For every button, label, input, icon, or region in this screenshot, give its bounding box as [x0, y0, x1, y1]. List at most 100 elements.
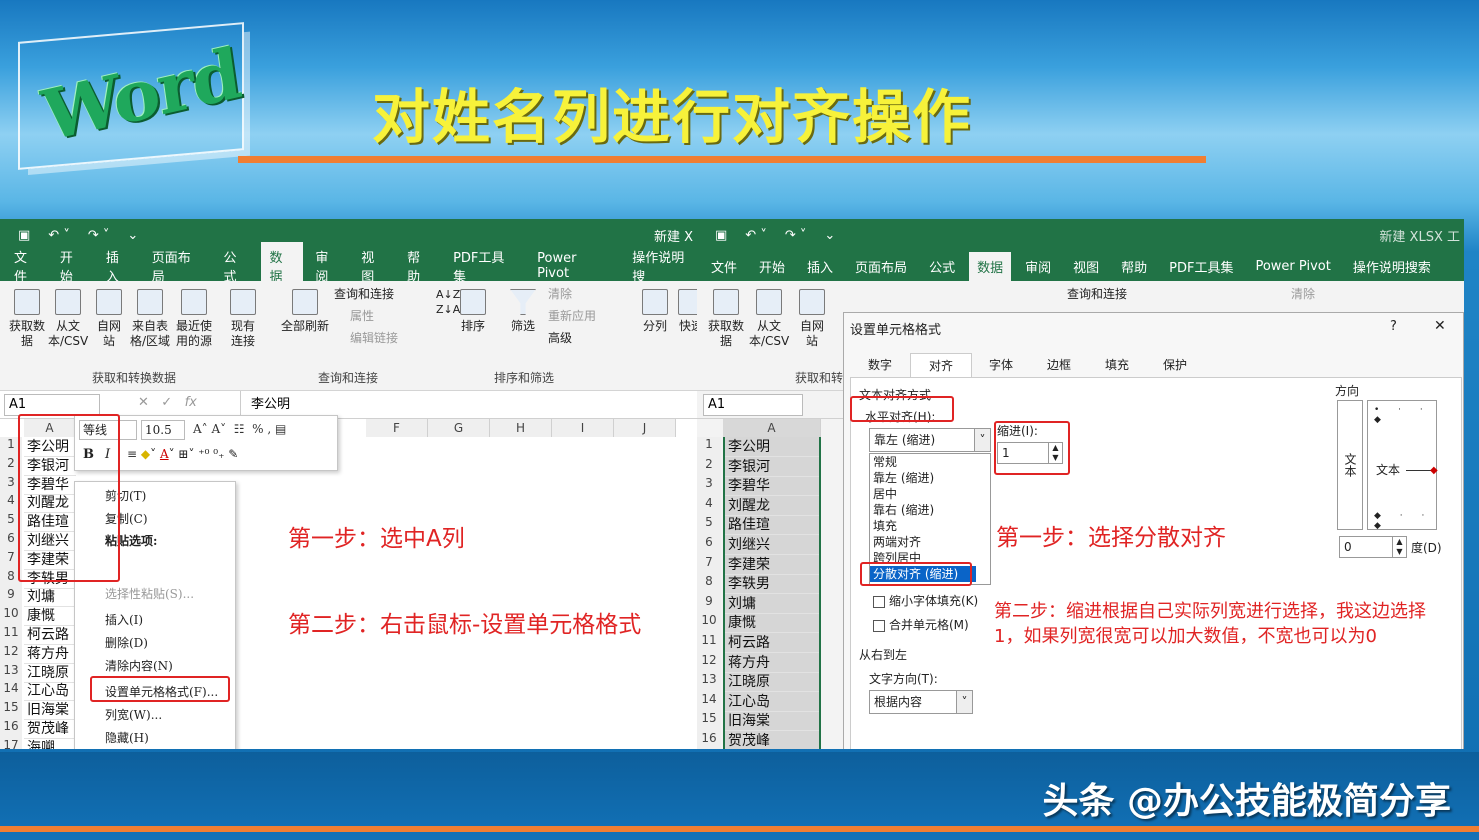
row-number[interactable]: 13 — [0, 662, 22, 682]
get-data-button[interactable]: 获取数据 — [705, 289, 747, 349]
menu-column-width[interactable]: 列宽(W)... — [105, 705, 162, 725]
tab-pdf[interactable]: PDF工具集 — [453, 247, 517, 285]
col-header-j[interactable]: J — [614, 419, 676, 437]
cell-a13[interactable]: 江晓原 — [725, 672, 819, 693]
advanced-button[interactable]: 高级 — [548, 331, 572, 346]
tab-power-pivot[interactable]: Power Pivot — [1255, 259, 1330, 274]
tab-insert[interactable]: 插入 — [807, 257, 833, 276]
undo-icon[interactable]: ↶ ˅ — [745, 228, 767, 243]
row-number[interactable]: 1 — [697, 437, 721, 457]
menu-clear-contents[interactable]: 清除内容(N) — [105, 656, 173, 676]
row-number[interactable]: 14 — [0, 681, 22, 701]
row-number[interactable]: 15 — [697, 711, 721, 731]
row-number[interactable]: 14 — [697, 691, 721, 712]
cell-a13[interactable]: 江晓原 — [24, 663, 76, 683]
row-number[interactable]: 11 — [697, 633, 721, 653]
row-number[interactable]: 10 — [0, 606, 22, 625]
filter-button[interactable]: 筛选 — [508, 289, 538, 334]
cell-a8[interactable]: 李轶男 — [725, 574, 819, 595]
text-to-columns-button[interactable]: 分列 — [640, 289, 670, 334]
checkbox[interactable] — [873, 619, 885, 632]
cell-a15[interactable]: 旧海棠 — [725, 711, 819, 732]
option-left-indent[interactable]: 靠左 (缩进) — [870, 470, 990, 486]
cell-a14[interactable]: 江心岛 — [24, 681, 76, 702]
col-header-f[interactable]: F — [366, 419, 428, 437]
orientation-dial[interactable]: 文本 ◆ • · · ◆ ◆ · · ◆ — [1367, 400, 1438, 531]
customize-icon[interactable]: ⌄ — [127, 228, 138, 243]
tab-home[interactable]: 开始 — [60, 247, 86, 285]
row-number[interactable]: 5 — [697, 515, 721, 535]
queries-connections-button[interactable]: 查询和连接 — [1067, 287, 1127, 302]
menu-paste-special[interactable]: 选择性粘贴(S)... — [105, 584, 194, 604]
clear-button[interactable]: 清除 — [1291, 287, 1315, 302]
cell-a9[interactable]: 刘墉 — [24, 587, 76, 608]
cell-a12[interactable]: 蒋方舟 — [24, 644, 76, 664]
edit-links-button[interactable]: 编辑链接 — [350, 331, 398, 346]
font-size-select[interactable]: 10.5 — [141, 420, 185, 440]
close-icon[interactable]: ✕ — [1434, 318, 1446, 334]
row-number[interactable]: 16 — [697, 731, 721, 749]
cell-a15[interactable]: 旧海棠 — [24, 700, 76, 721]
tab-data[interactable]: 数据 — [969, 251, 1012, 281]
tab-view[interactable]: 视图 — [361, 247, 387, 285]
tab-border[interactable]: 边框 — [1030, 353, 1088, 377]
cell-a7[interactable]: 李建荣 — [725, 555, 819, 575]
cell-a10[interactable]: 康慨 — [725, 613, 819, 634]
redo-icon[interactable]: ↷ ˅ — [785, 228, 807, 243]
text-direction-select[interactable]: 根据内容 ˅ — [869, 690, 973, 714]
cell-a5[interactable]: 路佳瑄 — [725, 515, 819, 536]
shrink-to-fit[interactable]: 缩小字体填充(K) — [873, 592, 978, 609]
tab-view[interactable]: 视图 — [1073, 257, 1099, 276]
degree-spinner[interactable]: 0 ▲ ▼ — [1339, 536, 1407, 558]
merge-cells[interactable]: 合并单元格(M) — [873, 616, 969, 633]
refresh-all-button[interactable]: 全部刷新 — [278, 289, 332, 334]
sort-az-icon[interactable]: A↓Z Z↓A — [436, 287, 460, 317]
tab-page-layout[interactable]: 页面布局 — [855, 257, 907, 276]
cell-a16[interactable]: 贺茂峰 — [24, 719, 76, 739]
cell-a6[interactable]: 刘继兴 — [725, 535, 819, 555]
row-number[interactable]: 16 — [0, 719, 22, 738]
row-number[interactable]: 12 — [0, 643, 22, 663]
col-header-a[interactable]: A — [723, 419, 821, 437]
name-box[interactable]: A1 — [4, 394, 100, 416]
name-box[interactable]: A1 — [703, 394, 803, 416]
from-text-button[interactable]: 从文本/CSV — [48, 289, 88, 349]
tab-font[interactable]: 字体 — [972, 353, 1030, 377]
reapply-button[interactable]: 重新应用 — [548, 309, 596, 324]
save-icon[interactable]: ▣ — [715, 228, 727, 243]
from-web-button[interactable]: 自网站 — [94, 289, 124, 349]
tab-fill[interactable]: 填充 — [1088, 353, 1146, 377]
col-header-g[interactable]: G — [428, 419, 490, 437]
spinner-arrows-icon[interactable]: ▲ ▼ — [1392, 537, 1406, 557]
option-justify[interactable]: 两端对齐 — [870, 534, 990, 550]
cell-a2[interactable]: 李银河 — [725, 457, 819, 477]
cell-a3[interactable]: 李碧华 — [725, 476, 819, 497]
tab-pdf[interactable]: PDF工具集 — [1169, 257, 1233, 276]
checkbox[interactable] — [873, 595, 885, 608]
tab-file[interactable]: 文件 — [14, 247, 40, 285]
from-text-button[interactable]: 从文本/CSV — [749, 289, 789, 349]
horizontal-align-select[interactable]: 靠左 (缩进) ˅ — [869, 428, 991, 452]
tab-help[interactable]: 帮助 — [407, 247, 433, 285]
from-table-button[interactable]: 来自表格/区域 — [128, 289, 172, 349]
row-number[interactable]: 17 — [0, 737, 22, 749]
tab-home[interactable]: 开始 — [759, 257, 785, 276]
tab-power-pivot[interactable]: Power Pivot — [537, 251, 612, 281]
tab-file[interactable]: 文件 — [711, 257, 737, 276]
cell-a16[interactable]: 贺茂峰 — [725, 731, 819, 749]
tab-page-layout[interactable]: 页面布局 — [152, 247, 204, 285]
flash-fill-button[interactable]: 快速 — [676, 289, 697, 334]
tab-protection[interactable]: 保护 — [1146, 353, 1204, 377]
option-center[interactable]: 居中 — [870, 486, 990, 502]
tell-me-search[interactable]: 操作说明搜 — [632, 247, 697, 285]
row-number[interactable]: 15 — [0, 700, 22, 719]
customize-icon[interactable]: ⌄ — [824, 228, 835, 243]
cell-a14[interactable]: 江心岛 — [725, 692, 819, 712]
sort-button[interactable]: 排序 — [458, 289, 488, 334]
font-grow-shrink-icon[interactable]: A˄ A˅ ☷ % , ▤ — [193, 422, 286, 436]
get-data-button[interactable]: 获取数据 — [6, 289, 48, 349]
from-web-button[interactable]: 自网站 — [797, 289, 827, 349]
row-number[interactable]: 11 — [0, 625, 22, 644]
col-header-i[interactable]: I — [552, 419, 614, 437]
cell-a9[interactable]: 刘墉 — [725, 594, 819, 614]
